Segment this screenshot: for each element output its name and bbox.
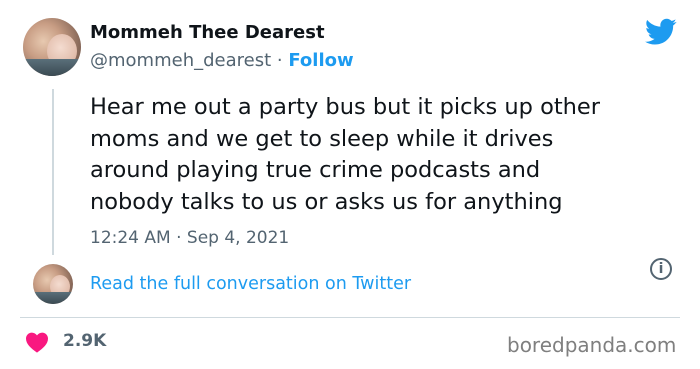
divider [20,317,680,318]
tweet-text: Hear me out a party bus but it picks up … [90,92,690,218]
author-display-name[interactable]: Mommeh Thee Dearest [90,22,325,43]
author-avatar[interactable] [23,18,81,76]
tweet-timestamp[interactable]: 12:24 AM · Sep 4, 2021 [90,228,289,248]
read-conversation-link[interactable]: Read the full conversation on Twitter [90,274,411,294]
conversation-avatar[interactable] [33,264,73,304]
like-count[interactable]: 2.9K [63,331,106,351]
tweet-text-line: nobody talks to us or asks us for anythi… [90,188,563,215]
heart-icon[interactable] [25,331,49,353]
twitter-bird-icon[interactable] [645,18,677,46]
handle-separator: · [276,50,283,71]
author-handle-row: @mommeh_dearest · Follow [90,50,354,71]
avatar-shirt [33,292,73,304]
watermark: boredpanda.com [507,333,677,357]
info-icon[interactable]: i [650,258,672,280]
author-handle[interactable]: @mommeh_dearest [90,50,271,71]
follow-button[interactable]: Follow [288,50,353,71]
tweet-text-line: around playing true crime podcasts and [90,157,541,183]
tweet-text-line: moms and we get to sleep while it drives [90,125,554,152]
thread-line [52,89,54,255]
tweet-text-line: Hear me out a party bus but it picks up … [90,94,601,120]
avatar-shirt [23,58,81,76]
